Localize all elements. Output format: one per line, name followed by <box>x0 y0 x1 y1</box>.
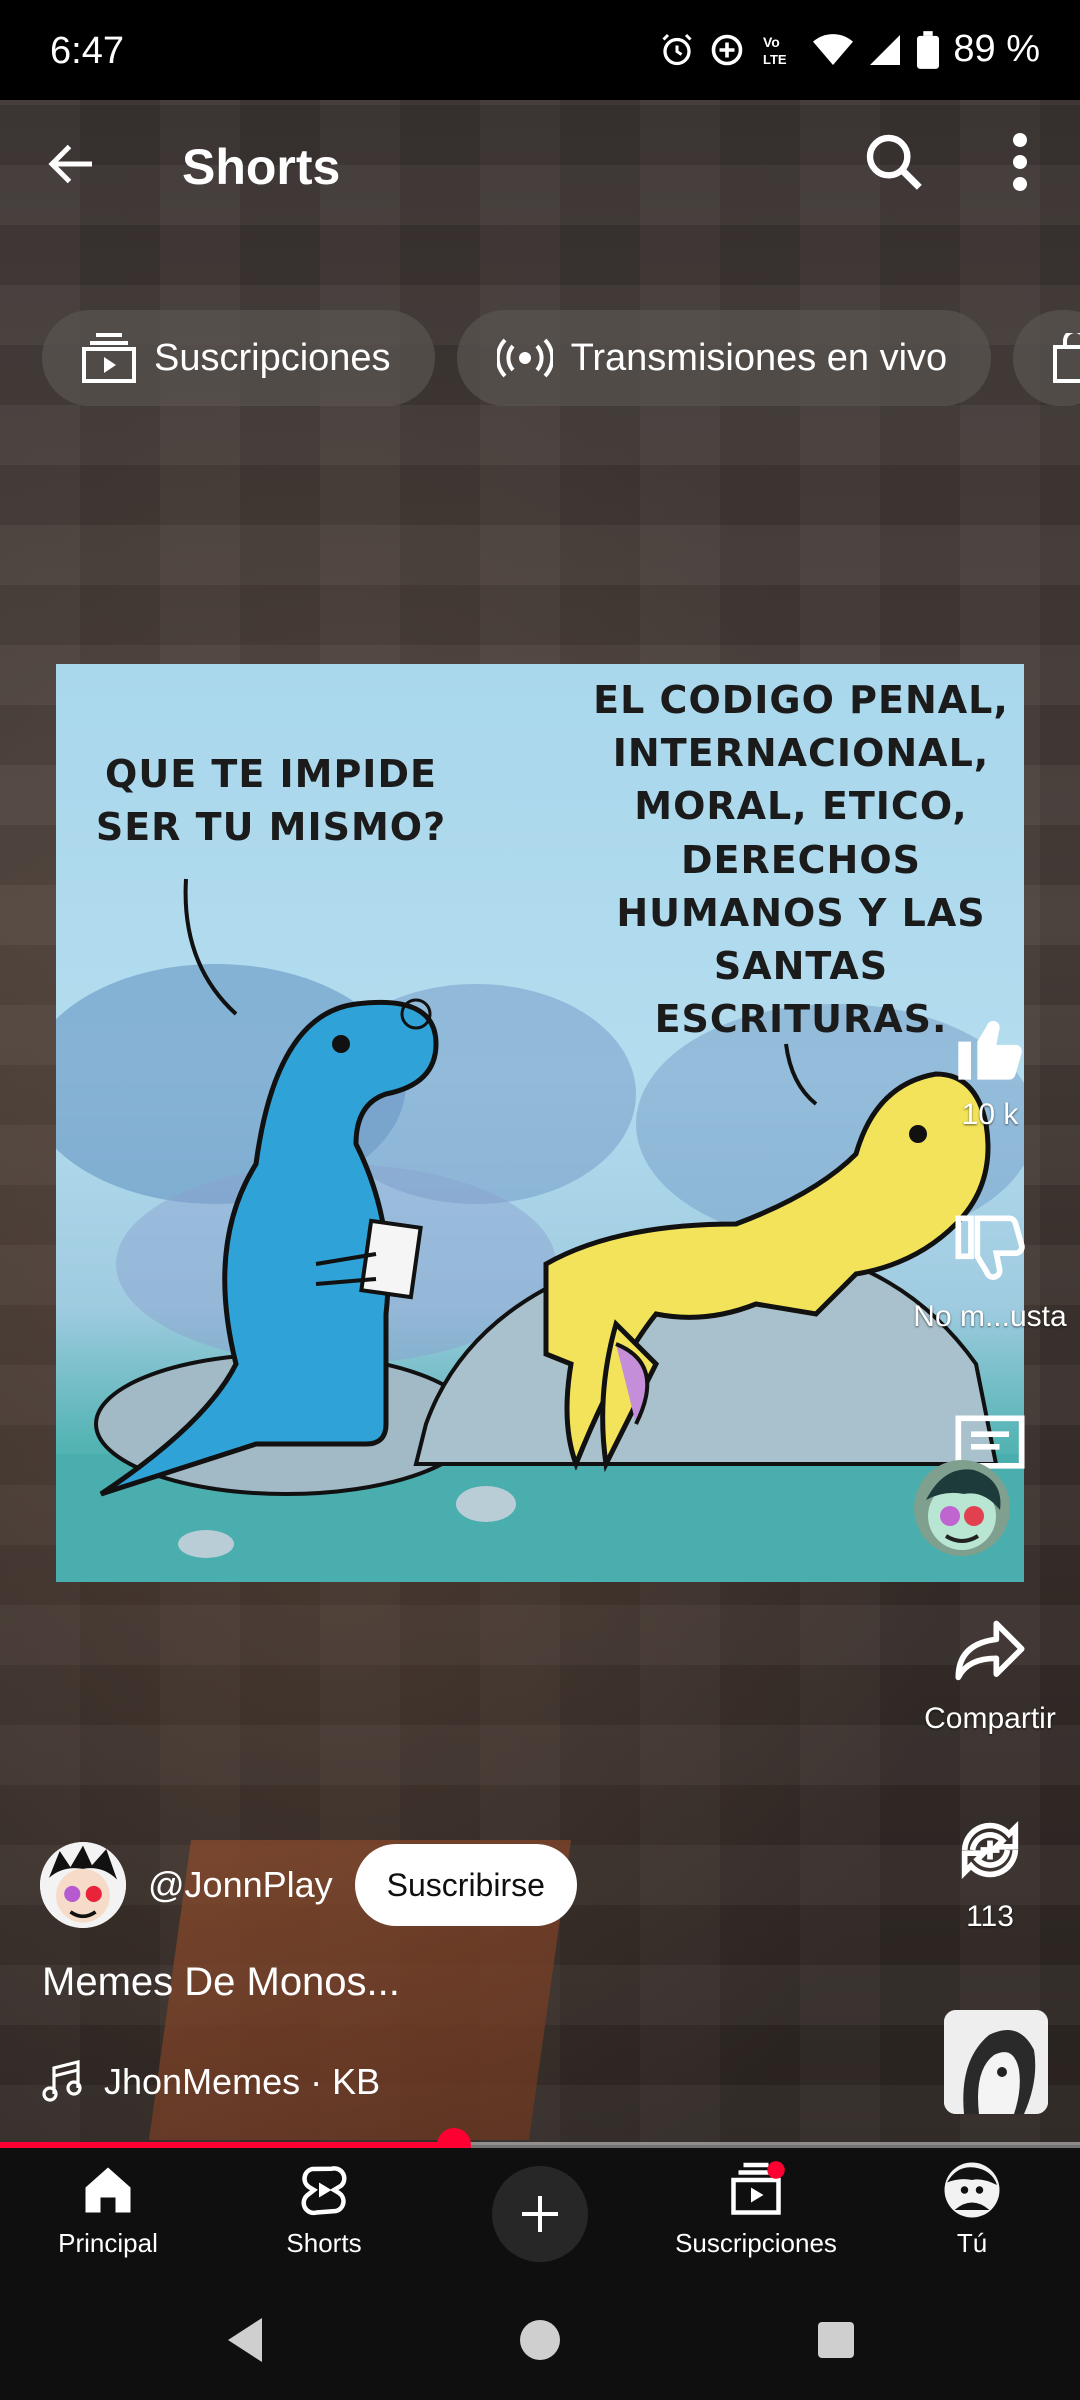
commenter-avatar <box>914 1460 1010 1556</box>
live-broadcast-icon <box>496 338 553 378</box>
channel-row: @JonnPlay Suscribirse <box>40 1840 577 1930</box>
nav-label: Shorts <box>286 2228 362 2258</box>
app-bar: Shorts <box>0 110 1080 220</box>
volte-icon: Vo LTE <box>763 34 787 67</box>
meme-text-answer: EL CODIGO PENAL, INTERNACIONAL, MORAL, E… <box>593 678 1009 1042</box>
system-navigation <box>0 2288 1080 2400</box>
music-thumbnail-art <box>944 2010 1048 2114</box>
nav-item-principal[interactable]: Principal <box>8 2160 208 2259</box>
nav-label: Principal <box>58 2228 158 2258</box>
channel-handle[interactable]: @JonnPlay <box>148 1864 333 1906</box>
subscribe-button[interactable]: Suscribirse <box>354 1844 577 1926</box>
meme-image: QUE TE IMPIDE SER TU MISMO? EL CODIGO PE… <box>56 664 1024 1582</box>
wifi-icon <box>813 33 854 65</box>
volte-label-top: Vo <box>763 34 780 50</box>
volte-label-bottom: LTE <box>763 52 787 67</box>
nav-label: Suscripciones <box>675 2228 837 2258</box>
create-plus-icon <box>522 2196 558 2232</box>
data-saver-icon <box>712 34 743 65</box>
dislike-label: No m...usta <box>913 1300 1067 1333</box>
more-vert-icon[interactable] <box>1000 130 1040 194</box>
search-icon[interactable] <box>862 130 926 194</box>
alarm-icon <box>662 33 692 65</box>
battery-percent: 89 % <box>953 28 1040 70</box>
home-icon <box>85 2167 131 2213</box>
system-home-icon[interactable] <box>516 2314 564 2366</box>
music-thumbnail[interactable] <box>944 2010 1048 2114</box>
thumbs-up-icon <box>958 1020 1022 1080</box>
account-avatar-icon <box>944 2162 1000 2218</box>
system-recents-icon[interactable] <box>812 2314 860 2366</box>
battery-icon <box>917 30 940 69</box>
nav-item-suscripciones[interactable]: Suscripciones <box>656 2160 856 2259</box>
nav-label: Tú <box>956 2228 988 2258</box>
share-icon <box>955 1620 1025 1681</box>
chip-label: Suscripciones <box>154 336 391 379</box>
bottom-navigation: Principal Shorts Suscripciones Tú <box>0 2148 1080 2288</box>
share-label: Compartir <box>924 1702 1056 1735</box>
share-button[interactable]: Compartir <box>900 1614 1080 1736</box>
nav-item-shorts[interactable]: Shorts <box>224 2160 424 2259</box>
avatar-face-icon <box>926 1469 1001 1550</box>
remix-count: 113 <box>966 1900 1014 1933</box>
subscriptions-icon <box>82 333 136 383</box>
status-icons: Vo LTE 89 % <box>659 28 1040 71</box>
music-row[interactable]: JhonMemes · KB <box>42 2060 380 2104</box>
channel-avatar-icon <box>40 1842 126 1928</box>
chip-transmisiones[interactable]: Transmisiones en vivo <box>456 310 992 406</box>
arrow-left-icon[interactable] <box>42 134 102 194</box>
channel-avatar[interactable] <box>40 1842 126 1928</box>
like-button[interactable]: 10 k <box>900 1010 1080 1132</box>
nav-item-tu[interactable]: Tú <box>872 2160 1072 2259</box>
music-label: JhonMemes · KB <box>104 2061 381 2102</box>
status-bar: 6:47 Vo LTE 89 % <box>0 0 1080 100</box>
remix-button[interactable]: 113 <box>900 1812 1080 1934</box>
video-title[interactable]: Memes De Monos... <box>42 1960 400 2005</box>
chip-suscripciones[interactable]: Suscripciones <box>42 310 435 406</box>
shorts-icon <box>301 2166 347 2216</box>
shopping-bag-icon <box>1053 333 1080 383</box>
create-button[interactable] <box>492 2166 588 2262</box>
chip-label: Transmisiones en vivo <box>570 336 948 379</box>
status-time: 6:47 <box>50 30 124 72</box>
chip-shopping[interactable] <box>1013 310 1080 406</box>
thumbs-down-icon <box>955 1215 1025 1280</box>
remix-icon <box>961 1820 1019 1880</box>
subscriptions-icon <box>731 2161 785 2215</box>
system-back-icon[interactable] <box>222 2314 270 2366</box>
filter-chips: Suscripciones Transmisiones en vivo <box>42 310 1080 406</box>
dislike-button[interactable]: No m...usta <box>900 1212 1080 1334</box>
music-note-icon <box>42 2060 82 2102</box>
like-count: 10 k <box>961 1098 1019 1131</box>
page-title: Shorts <box>182 139 341 195</box>
cell-signal-icon <box>870 34 901 65</box>
meme-text-question: QUE TE IMPIDE SER TU MISMO? <box>95 752 447 850</box>
